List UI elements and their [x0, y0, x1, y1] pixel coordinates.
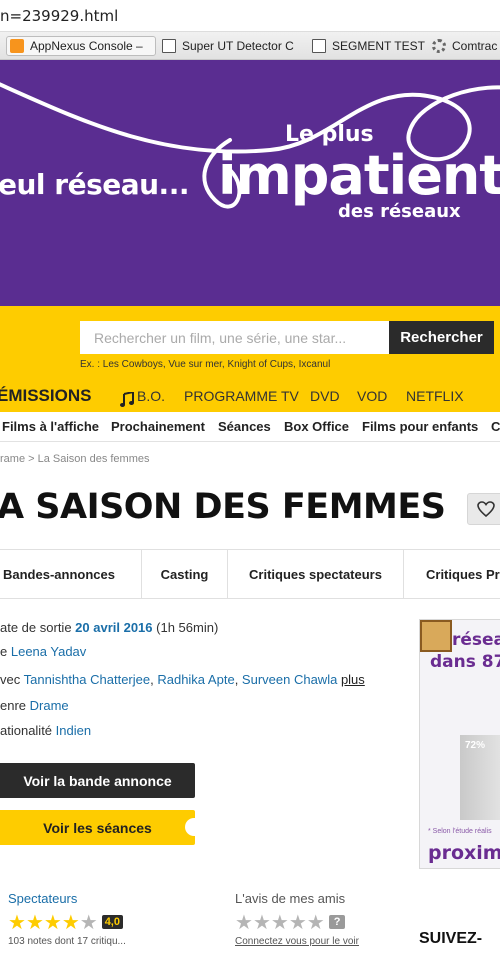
gear-icon: [432, 39, 446, 53]
movie-tabs: Bandes-annonces Casting Critiques specta…: [0, 549, 500, 599]
nationality-link[interactable]: Indien: [56, 723, 91, 738]
bookmark-segment-test[interactable]: SEGMENT TEST: [312, 36, 427, 56]
search-input[interactable]: [80, 321, 389, 354]
friends-score: ?: [328, 915, 346, 929]
duration: (1h 56min): [156, 620, 219, 635]
bookmark-label: SEGMENT TEST: [332, 39, 425, 53]
ad-note: * Selon l'étude réalis: [428, 828, 492, 835]
ad-line2: dans 87%: [430, 652, 500, 672]
spectator-rating-count: 103 notes dont 17 critiqu...: [8, 936, 126, 947]
trailer-button[interactable]: Voir la bande annonce: [0, 763, 195, 798]
spectator-score: 4,0: [101, 915, 123, 929]
star-icon: ★: [79, 910, 98, 934]
document-icon: [162, 39, 176, 53]
showtimes-button[interactable]: Voir les séances: [0, 810, 195, 845]
cast-more-link[interactable]: plus: [341, 672, 365, 687]
bookmark-label: Super UT Detector C: [182, 39, 294, 53]
friends-login-link[interactable]: Connectez vous pour le voir: [235, 936, 359, 947]
friends-rating: L'avis de mes amis ★ ★ ★ ★ ★? Connectez vous…: [235, 891, 359, 947]
director-link[interactable]: Leena Yadav: [11, 644, 86, 659]
nav-item-programme-tv[interactable]: PROGRAMME TV: [184, 388, 299, 404]
cast-label: vec: [0, 672, 21, 687]
subnav-item-prochainement[interactable]: Prochainement: [111, 419, 205, 434]
star-icon: ★: [235, 910, 253, 934]
tab-critiques-spectateurs[interactable]: Critiques spectateurs: [228, 550, 404, 598]
ticket-notch-decoration: [185, 818, 195, 836]
spectator-rating-title[interactable]: Spectateurs: [8, 891, 126, 906]
star-icon: ★: [43, 910, 62, 934]
subnav-item-films-enfants[interactable]: Films pour enfants: [362, 419, 478, 434]
bookmarks-bar: AppNexus Console – Super UT Detector C S…: [0, 32, 500, 60]
release-label: ate de sortie: [0, 620, 72, 635]
banner-big-word: impatient: [218, 144, 500, 207]
showtimes-button-label: Voir les séances: [43, 819, 152, 836]
star-icon: ★: [288, 910, 307, 934]
bookmark-comtrac[interactable]: Comtrac: [432, 36, 500, 56]
nav-item-netflix[interactable]: NETFLIX: [406, 388, 464, 404]
ad-line1: réseau: [452, 630, 500, 650]
star-icon: ★: [8, 910, 26, 934]
genre-row: enre Drame: [0, 698, 69, 713]
ad-brand: proxim: [428, 842, 500, 864]
nationality-row: ationalité Indien: [0, 723, 91, 738]
cast-link[interactable]: Radhika Apte: [157, 672, 234, 687]
bookmark-label: AppNexus Console –: [30, 39, 143, 53]
nav-item-bo[interactable]: B.O.: [137, 388, 165, 404]
appnexus-icon: [10, 39, 24, 53]
nav-item-vod[interactable]: VOD: [357, 388, 387, 404]
star-icon: ★: [270, 910, 289, 934]
heart-icon: [477, 501, 495, 517]
tab-critiques-presse[interactable]: Critiques Pr: [404, 550, 500, 598]
star-icon: ★: [252, 910, 271, 934]
friends-stars: ★ ★ ★ ★ ★?: [235, 912, 359, 932]
bookmark-appnexus[interactable]: AppNexus Console –: [6, 36, 156, 56]
nationality-label: ationalité: [0, 723, 53, 738]
genre-label: enre: [0, 698, 27, 713]
page-title: A SAISON DES FEMMES: [0, 487, 446, 527]
search-button[interactable]: Rechercher: [389, 321, 494, 354]
site-header: Rechercher Ex. : Les Cowboys, Vue sur me…: [0, 306, 500, 412]
tab-bandes-annonces[interactable]: Bandes-annonces: [0, 550, 142, 598]
cast-link[interactable]: Surveen Chawla: [242, 672, 337, 687]
subnav-item-box-office[interactable]: Box Office: [284, 419, 349, 434]
release-row: ate de sortie 20 avril 2016 (1h 56min): [0, 620, 218, 635]
spectator-stars: ★ ★ ★ ★ ★ 4,0: [8, 912, 126, 932]
main-nav: ÉMISSIONS B.O. PROGRAMME TV DVD VOD NETF…: [0, 386, 500, 408]
document-icon: [312, 39, 326, 53]
spectator-rating[interactable]: Spectateurs ★ ★ ★ ★ ★ 4,0 103 notes dont 17 c…: [8, 891, 126, 947]
bookmark-label: Comtrac: [452, 39, 498, 53]
director-row: e Leena Yadav: [0, 644, 86, 659]
banner-small-text: des réseaux: [338, 201, 461, 222]
sub-nav: Films à l'affiche Prochainement Séances …: [0, 412, 500, 442]
search-examples: Ex. : Les Cowboys, Vue sur mer, Knight o…: [80, 359, 331, 370]
director-label: e: [0, 644, 8, 659]
breadcrumb[interactable]: rame > La Saison des femmes: [0, 453, 150, 465]
tab-casting[interactable]: Casting: [142, 550, 228, 598]
bookmark-super-ut[interactable]: Super UT Detector C: [162, 36, 300, 56]
ad-logo: [420, 620, 452, 652]
favorite-button[interactable]: [467, 493, 500, 525]
subnav-item-films-affiche[interactable]: Films à l'affiche: [2, 419, 99, 434]
subnav-item-more[interactable]: C: [491, 419, 500, 434]
star-icon: ★: [306, 910, 325, 934]
address-bar[interactable]: n=239929.html: [0, 0, 500, 32]
release-date-link[interactable]: 20 avril 2016: [75, 620, 152, 635]
friends-rating-title: L'avis de mes amis: [235, 891, 346, 906]
banner-left-text: eul réseau...: [0, 168, 189, 201]
follow-heading: SUIVEZ-: [419, 930, 483, 947]
subnav-item-seances[interactable]: Séances: [218, 419, 271, 434]
star-icon: ★: [25, 910, 44, 934]
side-ad[interactable]: réseau dans 87% 72% * Selon l'étude réal…: [419, 619, 500, 869]
music-note-icon: [120, 392, 134, 407]
genre-link[interactable]: Drame: [30, 698, 69, 713]
cast-row: vec Tannishtha Chatterjee, Radhika Apte,…: [0, 672, 365, 687]
star-icon: ★: [61, 910, 80, 934]
nav-item-emissions[interactable]: ÉMISSIONS: [0, 386, 91, 406]
ad-percent: 72%: [465, 740, 486, 751]
url-text[interactable]: n=239929.html: [0, 7, 118, 25]
cast-link[interactable]: Tannishtha Chatterjee: [24, 672, 150, 687]
promo-banner[interactable]: eul réseau... Le plus impatient des rése…: [0, 60, 500, 306]
nav-item-dvd[interactable]: DVD: [310, 388, 340, 404]
